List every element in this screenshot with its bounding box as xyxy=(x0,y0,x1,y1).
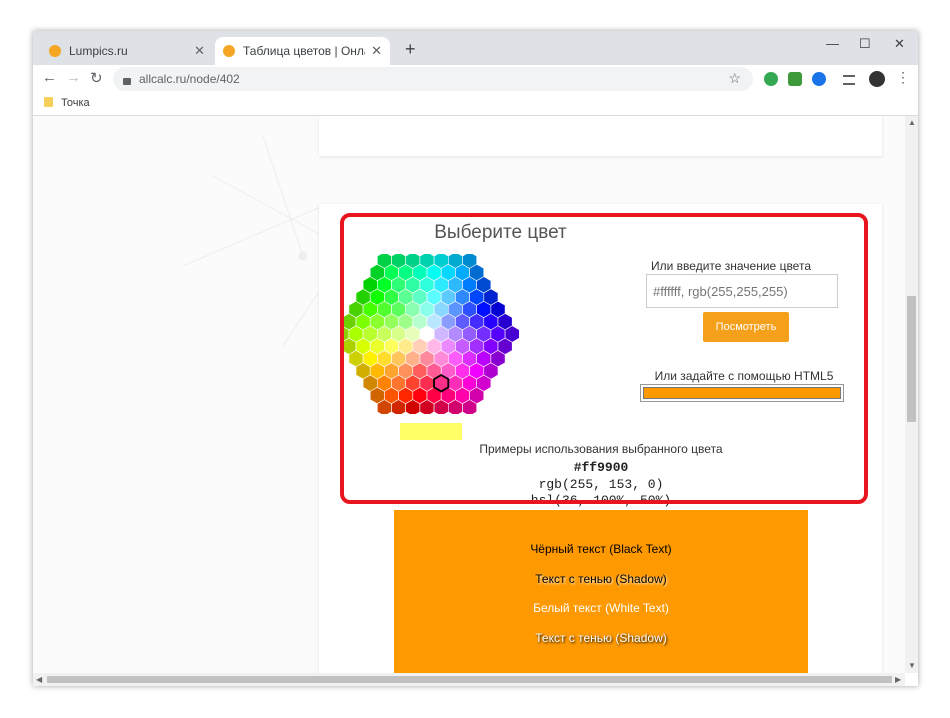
tab-title: Lumpics.ru xyxy=(69,44,128,58)
avatar[interactable] xyxy=(869,71,885,87)
scroll-down-icon[interactable]: ▼ xyxy=(908,661,916,670)
reload-icon[interactable]: ↻ xyxy=(90,69,103,87)
close-window-button[interactable]: ✕ xyxy=(894,36,905,52)
extension-check-icon[interactable] xyxy=(788,72,802,86)
forward-arrow-icon[interactable]: → xyxy=(66,69,81,86)
tab-allcalc[interactable]: Таблица цветов | Онлайн кальк ✕ xyxy=(215,37,390,65)
black-text-sample: Чёрный текст (Black Text) xyxy=(530,542,672,556)
folder-icon xyxy=(44,97,53,107)
tab-lumpics[interactable]: Lumpics.ru ✕ xyxy=(41,37,213,65)
menu-dots-icon[interactable]: ⋮ xyxy=(896,69,910,86)
lock-icon xyxy=(123,77,131,85)
browser-window: Lumpics.ru ✕ Таблица цветов | Онлайн кал… xyxy=(33,31,918,686)
bookmark-tochka[interactable]: Точка xyxy=(61,97,90,109)
url-text: allcalc.ru/node/402 xyxy=(139,72,240,86)
media-control-icon[interactable] xyxy=(843,75,855,85)
back-arrow-icon[interactable]: ← xyxy=(42,69,57,86)
tab-title: Таблица цветов | Онлайн кальк xyxy=(243,44,365,58)
new-tab-button[interactable]: + xyxy=(405,39,416,60)
scroll-up-icon[interactable]: ▲ xyxy=(908,118,916,127)
page-viewport: Выберите цвет Или введите значение цвета… xyxy=(33,116,905,673)
browser-toolbar: ← → ↻ allcalc.ru/node/402 ☆ ⋮ xyxy=(33,65,918,95)
white-shadow-text-sample: Текст с тенью (Shadow) xyxy=(535,631,667,645)
lumpics-favicon-icon xyxy=(49,45,61,57)
color-demo-block: Чёрный текст (Black Text) Текст с тенью … xyxy=(394,510,808,673)
black-shadow-text-sample: Текст с тенью (Shadow) xyxy=(535,572,667,586)
address-bar[interactable]: allcalc.ru/node/402 ☆ xyxy=(113,67,753,91)
minimize-button[interactable]: — xyxy=(826,36,839,51)
tab-close-icon[interactable]: ✕ xyxy=(371,43,382,59)
vertical-scrollbar[interactable]: ▲ ▼ xyxy=(905,116,918,673)
horizontal-scrollbar[interactable]: ◀ ▶ xyxy=(33,673,905,686)
scroll-left-icon[interactable]: ◀ xyxy=(36,675,42,684)
tab-close-icon[interactable]: ✕ xyxy=(194,43,205,59)
content-card-top xyxy=(319,116,882,156)
bookmark-star-icon[interactable]: ☆ xyxy=(728,70,741,87)
white-text-sample: Белый текст (White Text) xyxy=(533,601,669,615)
extension-globe-icon[interactable] xyxy=(812,72,826,86)
bookmarks-bar: Точка xyxy=(33,95,918,116)
scroll-right-icon[interactable]: ▶ xyxy=(895,675,901,684)
vertical-scroll-thumb[interactable] xyxy=(907,296,916,422)
red-highlight-frame xyxy=(340,213,868,504)
horizontal-scroll-thumb[interactable] xyxy=(47,676,892,683)
allcalc-favicon-icon xyxy=(223,45,235,57)
maximize-button[interactable]: ☐ xyxy=(859,36,871,52)
extension-green-icon[interactable] xyxy=(764,72,778,86)
tab-strip: Lumpics.ru ✕ Таблица цветов | Онлайн кал… xyxy=(33,31,918,65)
